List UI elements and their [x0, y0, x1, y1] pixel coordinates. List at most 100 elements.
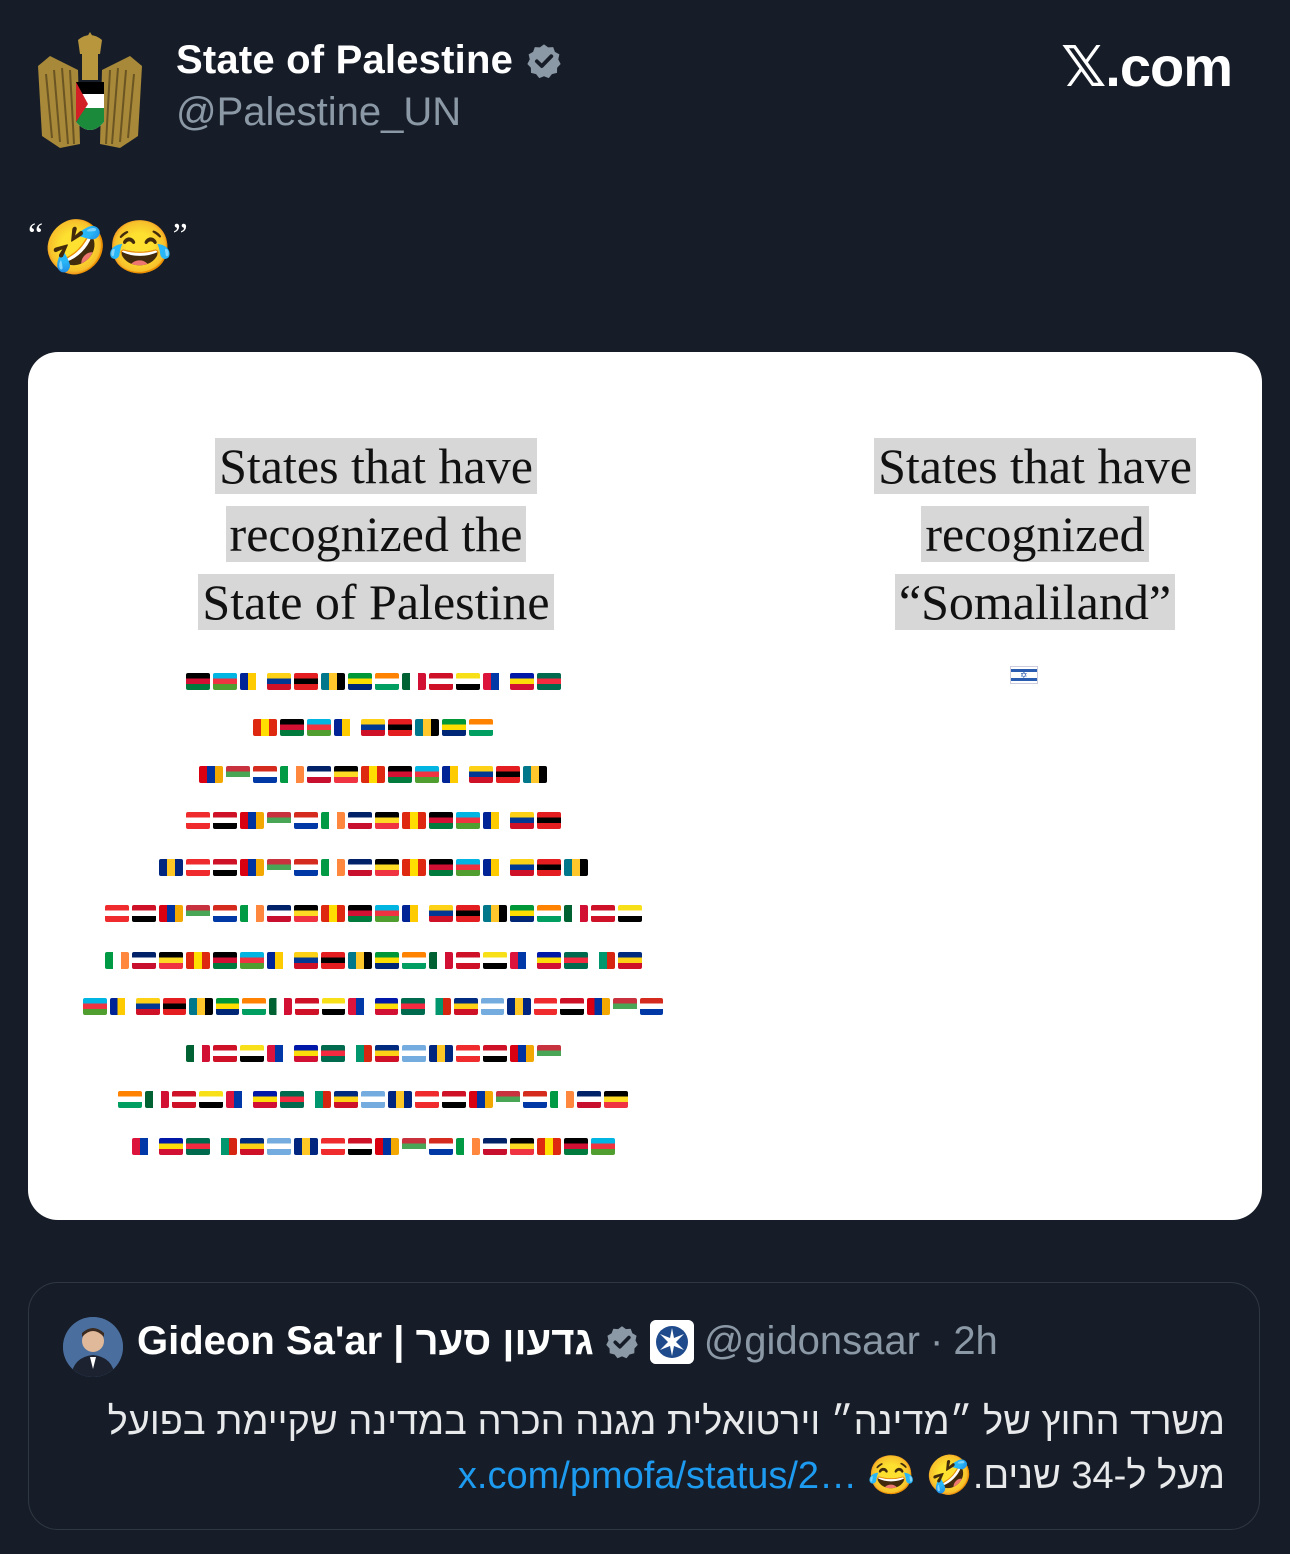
country-flag-icon — [293, 858, 318, 876]
country-flag-icon — [239, 858, 264, 876]
country-flag-icon — [347, 1044, 372, 1062]
country-flag-icon — [455, 951, 480, 969]
country-flag-icon — [212, 1137, 237, 1155]
country-flag-icon — [401, 905, 426, 923]
country-flag-icon — [523, 1091, 547, 1109]
country-flag-icon — [401, 951, 426, 969]
quoted-author-name[interactable]: Gideon Sa'ar | גדעון סער — [137, 1319, 594, 1364]
tweet-media-image[interactable]: States that have recognized the State of… — [28, 352, 1262, 1220]
country-flag-icon — [480, 998, 504, 1016]
country-flag-icon — [295, 998, 319, 1016]
country-flag-icon — [590, 951, 615, 969]
country-flag-icon — [109, 998, 133, 1016]
country-flag-icon — [482, 812, 507, 830]
country-flag-icon — [293, 1044, 318, 1062]
country-flag-icon — [162, 998, 186, 1016]
left-title-line-2: recognized the — [225, 506, 527, 562]
right-title-line-2: recognized — [921, 506, 1149, 562]
country-flag-icon — [172, 1091, 196, 1109]
open-quote: “ — [28, 217, 44, 254]
country-flag-icon — [509, 1044, 534, 1062]
country-flag-icon — [401, 812, 426, 830]
country-flag-icon — [215, 998, 239, 1016]
country-flag-icon — [320, 1044, 345, 1062]
tears-of-joy-emoji: 😂 — [867, 1455, 915, 1497]
country-flag-icon — [586, 998, 610, 1016]
country-flag-icon — [428, 905, 453, 923]
country-flag-icon — [268, 998, 292, 1016]
country-flag-icon — [388, 765, 412, 783]
country-flag-icon — [374, 812, 399, 830]
country-flag-icon — [455, 905, 480, 923]
country-flag-icon — [442, 1091, 466, 1109]
quoted-tweet-card[interactable]: Gideon Sa'ar | גדעון סער @gidonsaar · 2h… — [28, 1282, 1260, 1530]
country-flag-icon — [560, 998, 584, 1016]
country-flag-icon — [454, 998, 478, 1016]
author-handle[interactable]: @Palestine_UN — [176, 90, 461, 135]
tears-of-joy-emoji: 😂 — [107, 219, 173, 277]
country-flag-icon — [131, 1137, 156, 1155]
country-flag-icon — [239, 1137, 264, 1155]
country-flag-icon — [320, 858, 345, 876]
country-flag-icon — [482, 905, 507, 923]
country-flag-icon — [83, 998, 107, 1016]
country-flag-icon — [613, 998, 637, 1016]
flag-row — [83, 844, 663, 891]
author-display-name[interactable]: State of Palestine — [176, 38, 513, 83]
country-flag-icon — [199, 1091, 223, 1109]
country-flag-icon — [131, 905, 156, 923]
country-flag-icon — [266, 905, 291, 923]
country-flag-icon — [348, 998, 372, 1016]
country-flag-icon — [239, 672, 264, 690]
quoted-author-avatar[interactable] — [63, 1317, 123, 1377]
country-flag-icon — [428, 858, 453, 876]
israel-flag-icon: ✡ — [1010, 666, 1038, 684]
flag-row — [83, 1077, 663, 1124]
country-flag-icon — [401, 998, 425, 1016]
x-logo-icon: 𝕏 — [1061, 35, 1106, 100]
country-flag-icon — [185, 1137, 210, 1155]
right-title-line-1: States that have — [874, 438, 1196, 494]
author-avatar-emblem-icon[interactable] — [30, 26, 150, 152]
country-flag-icon — [239, 905, 264, 923]
tweet-text: “ 🤣 😂 ” — [28, 217, 188, 278]
country-flag-icon — [212, 951, 237, 969]
country-flag-icon — [509, 672, 534, 690]
country-flag-icon — [401, 858, 426, 876]
quoted-tweet-link[interactable]: x.com/pmofa/status/2… — [458, 1455, 857, 1497]
country-flag-icon — [590, 905, 615, 923]
verified-badge-icon — [605, 1325, 638, 1358]
country-flag-icon — [293, 812, 318, 830]
country-flag-icon — [509, 951, 534, 969]
country-flag-icon — [415, 719, 439, 737]
country-flag-icon — [563, 905, 588, 923]
country-flag-icon — [401, 1044, 426, 1062]
country-flag-icon — [320, 951, 345, 969]
country-flag-icon — [293, 905, 318, 923]
country-flag-icon — [320, 1137, 345, 1155]
country-flag-icon — [118, 1091, 142, 1109]
country-flag-icon — [442, 765, 466, 783]
country-flag-icon — [266, 812, 291, 830]
country-flag-icon — [293, 951, 318, 969]
country-flag-icon — [536, 812, 561, 830]
country-flag-icon — [242, 998, 266, 1016]
flag-row — [83, 798, 663, 845]
quoted-tweet-body: משרד החוץ של ״מדינה״ וירטואלית מגנה הכרה… — [65, 1395, 1225, 1503]
government-org-badge-icon — [649, 1319, 694, 1364]
flag-row — [83, 705, 663, 752]
country-flag-icon — [455, 1137, 480, 1155]
quoted-tweet-time[interactable]: 2h — [953, 1319, 998, 1364]
country-flag-icon — [374, 905, 399, 923]
country-flag-icon — [185, 951, 210, 969]
quoted-author-handle[interactable]: @gidonsaar — [704, 1319, 920, 1364]
country-flag-icon — [307, 765, 331, 783]
x-com-logo: 𝕏.com — [1061, 34, 1233, 100]
flag-row — [83, 751, 663, 798]
flag-row — [83, 658, 663, 705]
country-flag-icon — [253, 719, 277, 737]
country-flag-icon — [361, 1091, 385, 1109]
country-flag-icon — [239, 1044, 264, 1062]
quoted-tweet-header: Gideon Sa'ar | גדעון סער @gidonsaar · 2h — [137, 1319, 998, 1364]
country-flag-icon — [507, 998, 531, 1016]
